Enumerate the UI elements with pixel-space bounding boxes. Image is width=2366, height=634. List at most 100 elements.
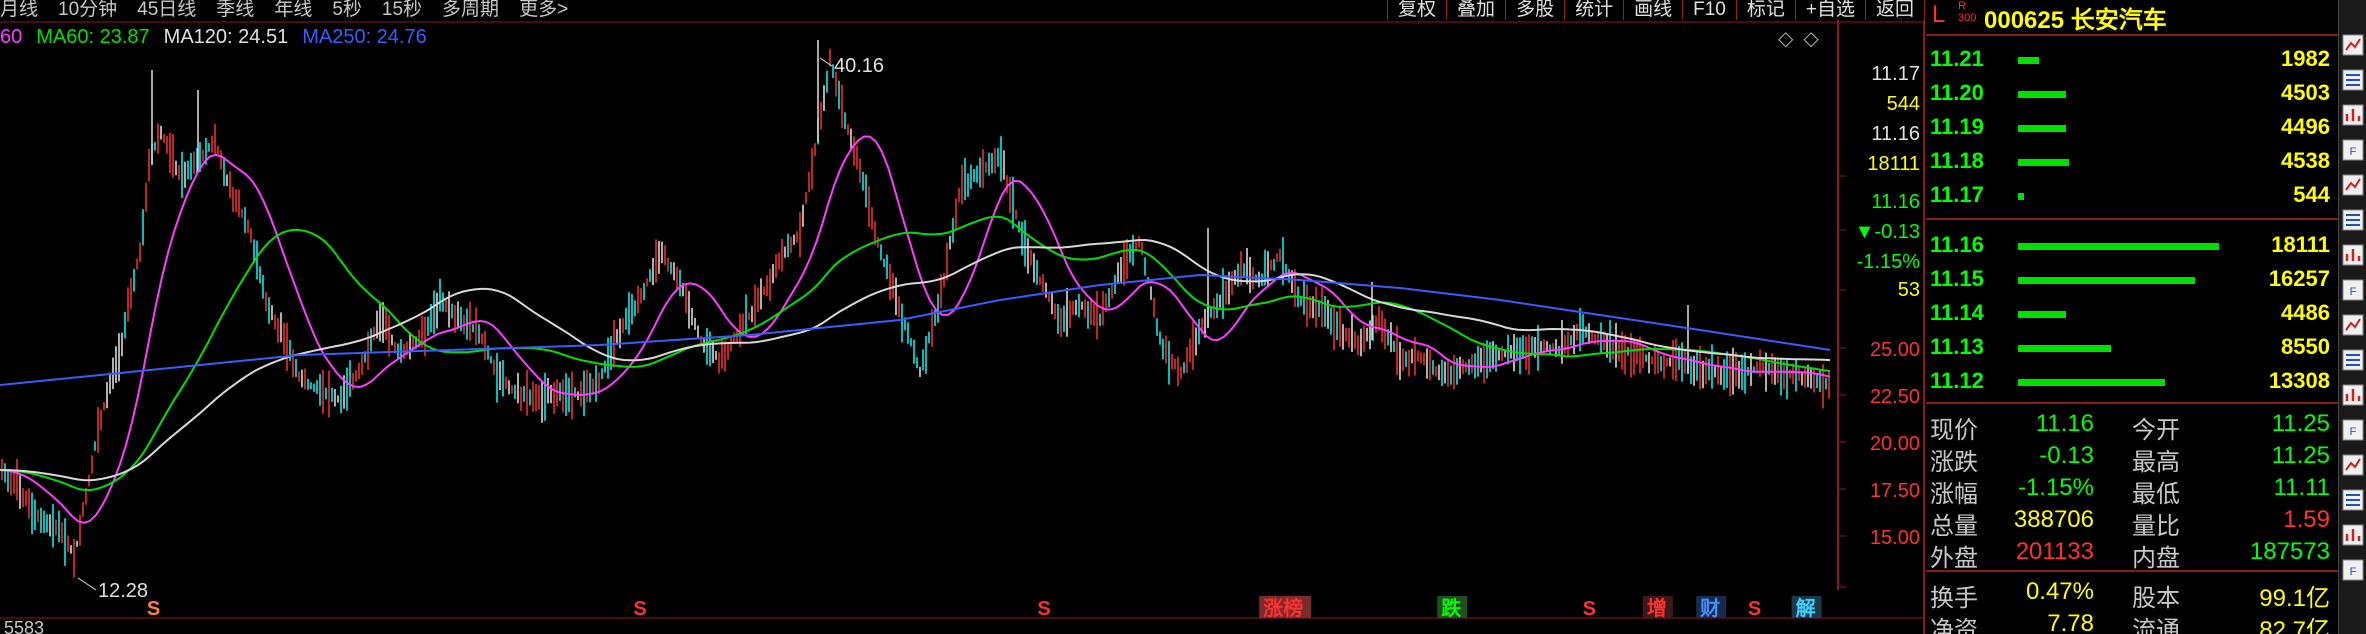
quote-row: 涨幅 -1.15% 最低 11.11	[1926, 472, 2338, 508]
top-toolbar: 月线 10分钟 45日线 季线 年线 5秒 15秒 多周期 更多> 复权 叠加 多股 统计 画线 F10 标…	[0, 0, 1924, 20]
orderbook-row[interactable]: 11.13 8550	[1926, 330, 2338, 364]
period-tab[interactable]: 10分钟	[48, 0, 127, 20]
trend-icon[interactable]: F	[2342, 139, 2364, 161]
low-pointer	[77, 577, 97, 591]
toolbar-button[interactable]: 统计	[1564, 0, 1623, 20]
period-tab[interactable]: 月线	[0, 0, 48, 20]
ma-legend-item: MA60: 23.87	[36, 25, 150, 48]
ma-legend-item: 60	[0, 25, 23, 48]
quote-value: 187573	[2249, 538, 2330, 565]
toolbar-button[interactable]: 多股	[1505, 0, 1564, 20]
orderbook-row[interactable]: 11.15 16257	[1926, 262, 2338, 296]
event-marker[interactable]: 跌	[1441, 596, 1462, 620]
orderbook-price: 11.15	[1930, 266, 1984, 291]
stack-icon[interactable]: F	[2342, 279, 2364, 301]
orderbook-row[interactable]: 11.17 544	[1926, 178, 2338, 212]
toolbar-button[interactable]: 叠加	[1446, 0, 1505, 20]
high-label: 40.16	[834, 55, 884, 77]
fi3-icon[interactable]: F	[2342, 419, 2364, 441]
quote-value: 388706	[2013, 506, 2094, 533]
orderbook-price: 11.17	[1930, 182, 1984, 207]
orderbook-volume: 1982	[2281, 46, 2330, 71]
toolbar-button[interactable]: 标记	[1735, 0, 1795, 20]
event-marker[interactable]: S	[1037, 598, 1050, 620]
orderbook-bar	[2018, 159, 2069, 166]
grid-icon[interactable]	[2342, 34, 2364, 56]
event-marker[interactable]: 增	[1647, 596, 1667, 620]
diamond-icon[interactable]: ◇	[1803, 26, 1818, 51]
period-tab[interactable]: 15秒	[372, 0, 432, 20]
orderbook-row[interactable]: 11.14 4486	[1926, 296, 2338, 330]
y-tick-label: 17.50	[1870, 480, 1920, 502]
event-marker[interactable]: S	[147, 598, 160, 620]
event-marker[interactable]: 财	[1700, 596, 1720, 620]
ma-legend: 60 MA60: 23.87 MA120: 24.51 MA250: 24.76	[0, 24, 441, 50]
orderbook-bar	[2018, 125, 2066, 132]
right-tool-strip: F F F F	[2338, 0, 2366, 634]
bars-icon[interactable]	[2342, 489, 2364, 511]
event-marker[interactable]: S	[1583, 598, 1596, 620]
chart-icon[interactable]	[2342, 69, 2364, 91]
diamond-icon[interactable]: ◇	[1778, 26, 1793, 51]
legend-icons: ◇ ◇	[1778, 26, 1819, 51]
orderbook-bar	[2018, 345, 2111, 352]
event-marker[interactable]: 涨榜	[1263, 596, 1303, 620]
orderbook-divider	[1926, 218, 2338, 220]
wave-icon[interactable]	[2342, 244, 2364, 266]
quote-row: 总量 388706 量比 1.59	[1926, 504, 2338, 540]
fi-icon[interactable]	[2342, 314, 2364, 336]
line-icon[interactable]	[2342, 174, 2364, 196]
orderbook-row[interactable]: 11.19 4496	[1926, 110, 2338, 144]
orderbook-volume: 4503	[2281, 80, 2330, 105]
orderbook-volume: 13308	[2268, 368, 2330, 393]
hash-icon[interactable]	[2342, 104, 2364, 126]
event-marker[interactable]: 解	[1796, 596, 1816, 620]
ma-legend-item: MA250: 24.76	[302, 25, 427, 48]
fi5-icon[interactable]	[2342, 524, 2364, 546]
orderbook-price: 11.13	[1930, 334, 1984, 359]
quote-panel: L R 300 000625 长安汽车 11.21 1982 11.20 4503 11.…	[1926, 0, 2338, 634]
title-divider	[1926, 34, 2338, 36]
quote-row: 现价 11.16 今开 11.25	[1926, 408, 2338, 444]
period-tabs: 月线 10分钟 45日线 季线 年线 5秒 15秒 多周期 更多>	[0, 0, 578, 20]
toolbar-button[interactable]: +自选	[1794, 0, 1865, 20]
mid-value-vol-cur: 18111	[1867, 153, 1920, 175]
period-tab[interactable]: 多周期	[432, 0, 509, 20]
y-tick-label: 25.00	[1870, 339, 1920, 361]
period-tab[interactable]: 5秒	[322, 0, 372, 20]
orderbook-row[interactable]: 11.12 13308	[1926, 364, 2338, 398]
orderbook-row[interactable]: 11.20 4503	[1926, 76, 2338, 110]
tail-icon[interactable]: F	[2342, 559, 2364, 581]
box-icon[interactable]	[2342, 384, 2364, 406]
orderbook-price: 11.14	[1930, 300, 1984, 325]
period-tab[interactable]: 年线	[264, 0, 322, 20]
quote-row: 外盘 201133 内盘 187573	[1926, 536, 2338, 572]
quote-label: 净资	[1930, 617, 1978, 634]
toolbar-button[interactable]: 复权	[1387, 0, 1446, 20]
toolbar-button[interactable]: F10	[1682, 0, 1736, 20]
quote-row: 涨跌 -0.13 最高 11.25	[1926, 440, 2338, 476]
icon-glyph: F	[2350, 566, 2357, 578]
period-tab[interactable]: 季线	[206, 0, 264, 20]
orderbook-row[interactable]: 11.21 1982	[1926, 42, 2338, 76]
quote-value: 11.25	[2271, 410, 2330, 437]
fi4-icon[interactable]	[2342, 454, 2364, 476]
orderbook-volume: 8550	[2281, 334, 2330, 359]
period-tab[interactable]: 45日线	[127, 0, 206, 20]
fi2-icon[interactable]	[2342, 349, 2364, 371]
toolbar-button[interactable]: 画线	[1623, 0, 1682, 20]
orderbook-price: 11.20	[1930, 80, 1984, 105]
curve-icon[interactable]	[2342, 209, 2364, 231]
orderbook-volume: 4486	[2281, 300, 2330, 325]
y-tick-label: 22.50	[1870, 386, 1920, 408]
orderbook-row[interactable]: 11.18 4538	[1926, 144, 2338, 178]
quote-value: 0.47%	[2025, 578, 2094, 605]
period-tab[interactable]: 更多>	[509, 0, 578, 20]
event-marker[interactable]: S	[633, 598, 646, 620]
event-marker[interactable]: S	[1748, 598, 1761, 620]
quote-row: 换手 0.47% 股本 99.1亿	[1926, 576, 2338, 612]
toolbar-button[interactable]: 返回	[1864, 0, 1924, 20]
orderbook-row[interactable]: 11.16 18111	[1926, 228, 2338, 262]
mid-value-vol-top: 544	[1887, 93, 1920, 115]
orderbook-price: 11.21	[1930, 46, 1984, 71]
